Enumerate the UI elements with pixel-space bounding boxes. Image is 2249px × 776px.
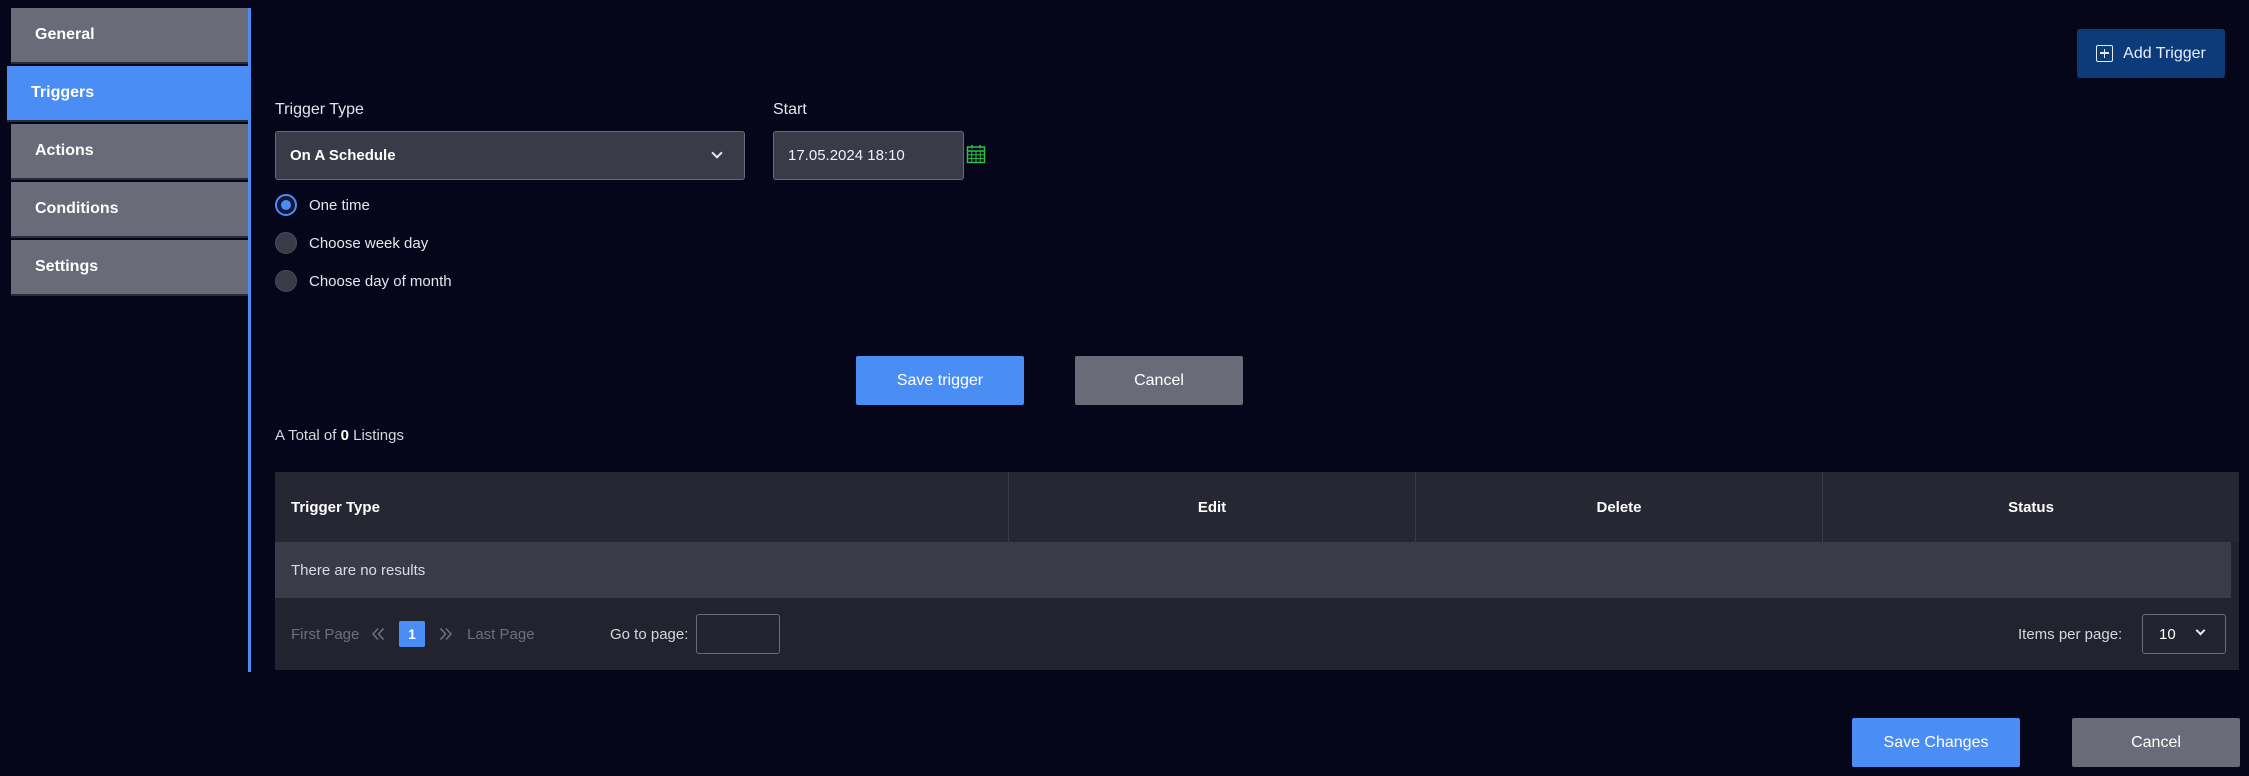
calendar-icon[interactable] bbox=[966, 144, 986, 164]
save-trigger-button[interactable]: Save trigger bbox=[856, 356, 1024, 405]
trigger-type-label: Trigger Type bbox=[275, 101, 364, 118]
radio-one-time[interactable]: One time bbox=[275, 194, 370, 216]
radio-label: Choose week day bbox=[309, 234, 429, 252]
trigger-type-select[interactable]: On A Schedule bbox=[275, 131, 745, 180]
first-page-link[interactable]: First Page bbox=[291, 598, 359, 670]
column-header-status[interactable]: Status bbox=[1823, 472, 2239, 542]
trigger-editor-page: General Triggers Actions Conditions Sett… bbox=[0, 0, 2249, 776]
sidebar-item-label: General bbox=[35, 26, 95, 43]
sidebar-item-label: Conditions bbox=[35, 200, 119, 217]
sidebar-item-general[interactable]: General bbox=[11, 8, 248, 64]
chevron-down-icon bbox=[711, 147, 723, 159]
total-prefix: A Total of bbox=[275, 427, 337, 444]
go-to-page-input[interactable] bbox=[696, 614, 780, 654]
cancel-changes-button[interactable]: Cancel bbox=[2072, 718, 2240, 767]
table-header: Trigger Type Edit Delete Status bbox=[275, 472, 2239, 542]
sidebar-item-actions[interactable]: Actions bbox=[11, 124, 248, 180]
total-suffix: Listings bbox=[353, 427, 404, 444]
go-to-page-label: Go to page: bbox=[610, 625, 689, 643]
column-header-trigger-type[interactable]: Trigger Type bbox=[275, 472, 1009, 542]
column-header-delete[interactable]: Delete bbox=[1416, 472, 1823, 542]
plus-square-icon bbox=[2096, 45, 2114, 62]
sidebar-item-settings[interactable]: Settings bbox=[11, 240, 248, 296]
pagination: First Page 1 Last Page Go to page: Items… bbox=[275, 598, 2239, 670]
radio-choose-day-of-month[interactable]: Choose day of month bbox=[275, 270, 452, 292]
start-label: Start bbox=[773, 101, 807, 118]
last-page-link[interactable]: Last Page bbox=[467, 598, 535, 670]
sidebar-item-conditions[interactable]: Conditions bbox=[11, 182, 248, 238]
radio-choose-week-day[interactable]: Choose week day bbox=[275, 232, 428, 254]
items-per-page-value: 10 bbox=[2159, 625, 2176, 643]
total-count: 0 bbox=[340, 427, 349, 444]
chevron-down-icon bbox=[2195, 625, 2206, 636]
column-header-edit[interactable]: Edit bbox=[1009, 472, 1416, 542]
listing-total: A Total of 0 Listings bbox=[275, 427, 404, 444]
radio-unchecked-icon[interactable] bbox=[275, 232, 297, 254]
double-chevron-left-icon[interactable] bbox=[371, 627, 385, 641]
radio-label: One time bbox=[309, 196, 370, 214]
triggers-table: Trigger Type Edit Delete Status There ar… bbox=[275, 472, 2239, 670]
sidebar-active-rail bbox=[248, 8, 251, 672]
radio-label: Choose day of month bbox=[309, 272, 452, 290]
cancel-trigger-button[interactable]: Cancel bbox=[1075, 356, 1243, 405]
radio-unchecked-icon[interactable] bbox=[275, 270, 297, 292]
items-per-page-select[interactable]: 10 bbox=[2142, 614, 2226, 654]
save-changes-button[interactable]: Save Changes bbox=[1852, 718, 2020, 767]
add-trigger-label: Add Trigger bbox=[2123, 44, 2206, 62]
sidebar-item-label: Triggers bbox=[31, 84, 95, 101]
double-chevron-right-icon[interactable] bbox=[439, 627, 453, 641]
start-datetime-input[interactable] bbox=[773, 131, 964, 180]
sidebar-item-label: Actions bbox=[35, 142, 94, 159]
sidebar-item-triggers[interactable]: Triggers bbox=[7, 66, 248, 122]
page-number-current[interactable]: 1 bbox=[399, 621, 425, 647]
trigger-type-value: On A Schedule bbox=[290, 147, 396, 164]
add-trigger-button[interactable]: Add Trigger bbox=[2077, 29, 2225, 78]
empty-row: There are no results bbox=[275, 542, 2231, 598]
items-per-page-label: Items per page: bbox=[2018, 625, 2123, 643]
sidebar: General Triggers Actions Conditions Sett… bbox=[0, 0, 252, 672]
sidebar-item-label: Settings bbox=[35, 258, 99, 275]
radio-checked-icon[interactable] bbox=[275, 194, 297, 216]
